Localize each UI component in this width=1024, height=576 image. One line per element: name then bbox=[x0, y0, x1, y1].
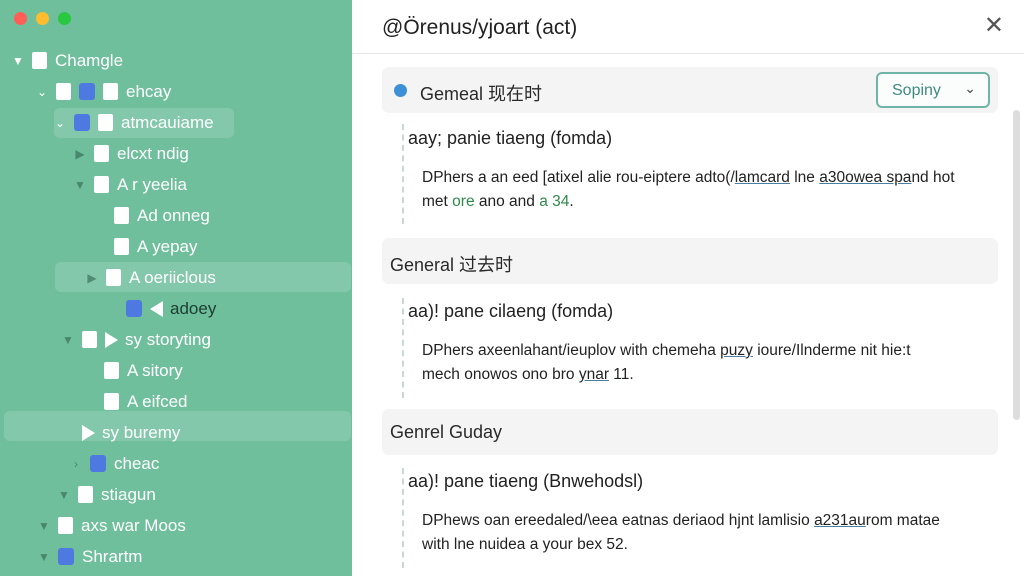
cube-icon bbox=[74, 114, 90, 131]
chevron-down-icon[interactable]: ▼ bbox=[74, 178, 86, 192]
chevron-down-icon[interactable]: ⌄ bbox=[36, 85, 48, 99]
tree-item-yepay[interactable]: A yepay bbox=[0, 231, 352, 262]
chevron-down-icon[interactable]: ⌄ bbox=[54, 116, 66, 130]
cube-icon bbox=[90, 455, 106, 472]
content-scroll-area[interactable]: Gemeal 现在时 Sopiny ⌄ aay; panie tiaeng (f… bbox=[382, 54, 1012, 576]
chevron-right-icon[interactable]: › bbox=[70, 457, 82, 471]
chevron-right-icon[interactable]: ▶ bbox=[74, 147, 86, 161]
section-header[interactable]: Gemeal 现在时 Sopiny ⌄ bbox=[382, 67, 998, 113]
file-icon bbox=[82, 331, 97, 348]
play-icon bbox=[105, 331, 118, 348]
file-icon bbox=[114, 207, 129, 224]
cube-icon bbox=[79, 83, 95, 100]
file-icon bbox=[104, 362, 119, 379]
section-title: Gemeal 现在时 bbox=[420, 84, 543, 104]
title-bar: @Örenus/yjoart (act) ✕ bbox=[352, 0, 1024, 54]
chevron-down-icon[interactable]: ▼ bbox=[58, 488, 70, 502]
tree-item-cheac[interactable]: › cheac bbox=[0, 448, 352, 479]
vertical-scrollbar[interactable] bbox=[1013, 110, 1020, 420]
tree-item-shrartm[interactable]: ▼ Shrartm bbox=[0, 541, 352, 572]
play-reverse-icon bbox=[150, 300, 163, 317]
file-icon bbox=[56, 83, 71, 100]
minimize-window-button[interactable] bbox=[36, 12, 49, 25]
tree-item-oeriiclous[interactable]: ▶ A oeriiclous bbox=[0, 262, 352, 293]
cube-icon bbox=[126, 300, 142, 317]
window-controls bbox=[14, 12, 71, 25]
close-window-button[interactable] bbox=[14, 12, 27, 25]
file-icon bbox=[104, 393, 119, 410]
close-icon[interactable]: ✕ bbox=[984, 14, 1004, 38]
chevron-down-icon[interactable]: ▼ bbox=[38, 519, 50, 533]
tree-item-stiagun[interactable]: ▼ stiagun bbox=[0, 479, 352, 510]
file-icon bbox=[58, 517, 73, 534]
tree-item-yeelia[interactable]: ▼ A r yeelia bbox=[0, 169, 352, 200]
tree-item-buremy[interactable]: sy buremy bbox=[0, 417, 352, 448]
tree-item-chamgle[interactable]: ▼ Chamgle bbox=[0, 45, 352, 76]
section-header[interactable]: General 过去时 bbox=[382, 238, 998, 284]
chevron-down-icon: ⌄ bbox=[964, 80, 976, 96]
tree-item-sitory[interactable]: A sitory bbox=[0, 355, 352, 386]
entry-guide-line bbox=[402, 468, 992, 568]
tree-item-eifced[interactable]: A eifced bbox=[0, 386, 352, 417]
file-icon bbox=[98, 114, 113, 131]
tree-view: ▼ Chamgle ⌄ ehcay ⌄ atmcauiame ▶ elcxt n… bbox=[0, 45, 352, 572]
section-title: Genrel Guday bbox=[390, 422, 503, 442]
entry-guide-line bbox=[402, 298, 992, 398]
tree-item-elcxt-ndig[interactable]: ▶ elcxt ndig bbox=[0, 138, 352, 169]
tree-item-ehcay[interactable]: ⌄ ehcay bbox=[0, 76, 352, 107]
select-value: Sopiny bbox=[892, 82, 941, 99]
file-icon bbox=[114, 238, 129, 255]
chevron-down-icon[interactable]: ▼ bbox=[12, 54, 24, 68]
bullet-icon bbox=[394, 84, 407, 97]
file-icon bbox=[78, 486, 93, 503]
section-header[interactable]: Genrel Guday bbox=[382, 409, 998, 455]
tree-item-storyting[interactable]: ▼ sy storyting bbox=[0, 324, 352, 355]
file-icon bbox=[32, 52, 47, 69]
zoom-window-button[interactable] bbox=[58, 12, 71, 25]
tree-item-atmcauiame[interactable]: ⌄ atmcauiame bbox=[0, 107, 352, 138]
play-icon bbox=[82, 424, 95, 441]
file-icon bbox=[103, 83, 118, 100]
file-icon bbox=[106, 269, 121, 286]
cube-icon bbox=[58, 548, 74, 565]
file-icon bbox=[94, 176, 109, 193]
window-title: @Örenus/yjoart (act) bbox=[382, 16, 578, 39]
file-icon bbox=[94, 145, 109, 162]
entry-guide-line bbox=[402, 124, 992, 224]
section-title: General 过去时 bbox=[390, 255, 514, 275]
chevron-down-icon[interactable]: ▼ bbox=[62, 333, 74, 347]
tree-item-onneg[interactable]: Ad onneg bbox=[0, 200, 352, 231]
display-select[interactable]: Sopiny ⌄ bbox=[876, 72, 990, 108]
main-panel: @Örenus/yjoart (act) ✕ Gemeal 现在时 Sopiny… bbox=[352, 0, 1024, 576]
chevron-down-icon[interactable]: ▼ bbox=[38, 550, 50, 564]
sidebar: ▼ Chamgle ⌄ ehcay ⌄ atmcauiame ▶ elcxt n… bbox=[0, 0, 352, 576]
tree-item-adoey[interactable]: adoey bbox=[0, 293, 352, 324]
tree-item-war-moos[interactable]: ▼ axs war Moos bbox=[0, 510, 352, 541]
chevron-right-icon[interactable]: ▶ bbox=[86, 271, 98, 285]
